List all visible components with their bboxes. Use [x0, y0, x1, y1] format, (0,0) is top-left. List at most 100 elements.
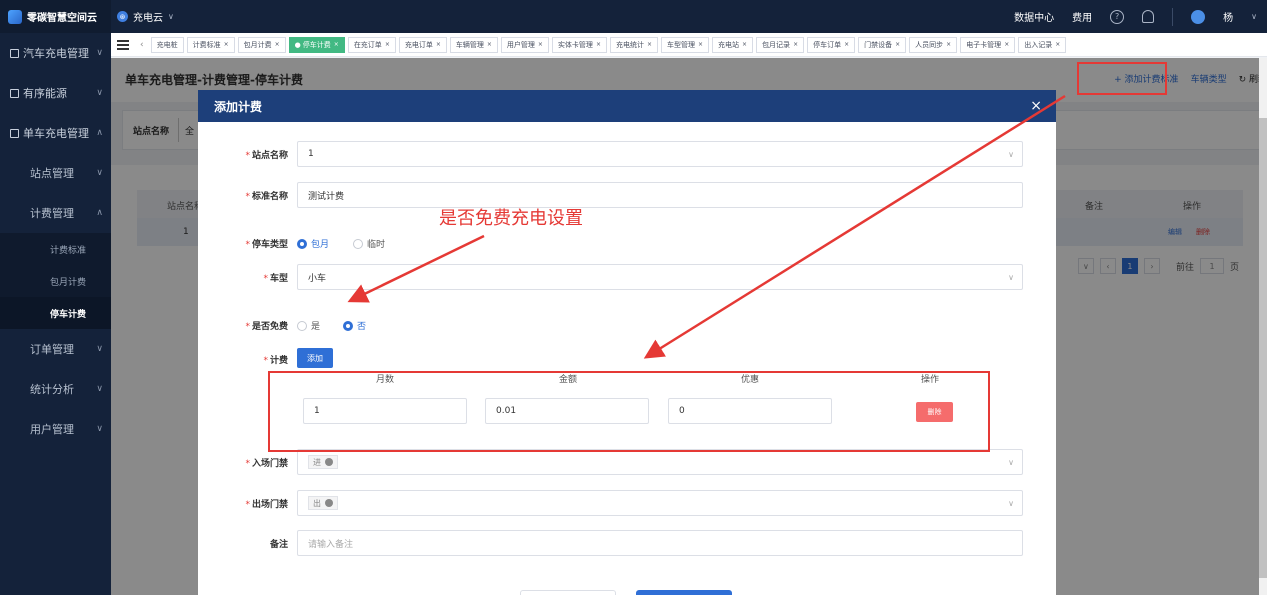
brand[interactable]: 零碳智慧空间云: [0, 0, 111, 33]
sidebar-item-billing-standard[interactable]: 计费标准: [0, 233, 111, 265]
tab-label: 充电桩: [156, 40, 178, 49]
tab-label: 充电站: [718, 40, 740, 49]
tab-item[interactable]: 计费标准 ×: [186, 36, 235, 53]
tab-item-active[interactable]: ● 停车计费 ×: [288, 36, 345, 53]
tab-item[interactable]: 充电订单 ×: [398, 36, 447, 53]
scrollbar[interactable]: [1259, 58, 1267, 595]
tag-close-icon[interactable]: [325, 458, 333, 466]
sidebar-item-orderly-energy[interactable]: 有序能源 ∨: [0, 73, 111, 113]
close-icon[interactable]: ×: [224, 41, 229, 48]
station-select[interactable]: 1 ∨: [297, 141, 1023, 167]
tab-item[interactable]: 充电桩: [150, 36, 184, 53]
car-type-select[interactable]: 小车 ∨: [297, 264, 1023, 290]
close-icon[interactable]: ×: [793, 41, 798, 48]
tab-bar: ‹ 充电桩 计费标准 × 包月计费 × ● 停车计费 × 在充订单 × 充电订单 × 车辆管…: [111, 33, 1267, 57]
sidebar-item-orders[interactable]: 订单管理 ∨: [0, 329, 111, 369]
remark-input[interactable]: 请输入备注: [297, 530, 1023, 556]
field-label: * 计费: [263, 356, 288, 366]
sidebar-item-stats[interactable]: 统计分析 ∨: [0, 369, 111, 409]
chevron-left-icon[interactable]: ‹: [136, 40, 148, 50]
tab-item[interactable]: 包月记录 ×: [756, 36, 805, 53]
tab-item[interactable]: 停车订单 ×: [807, 36, 856, 53]
tab-label: 充电订单: [404, 40, 433, 49]
close-icon[interactable]: ×: [647, 41, 652, 48]
tab-item[interactable]: 实体卡管理 ×: [551, 36, 607, 53]
sidebar-item-car-charging[interactable]: 汽车充电管理 ∨: [0, 33, 111, 73]
tab-item[interactable]: 出入记录 ×: [1018, 36, 1067, 53]
select-value: 1: [308, 149, 314, 159]
exit-gate-select[interactable]: 出 ∨: [297, 490, 1023, 516]
chevron-up-icon: ∧: [96, 128, 103, 138]
chevron-down-icon: ∨: [96, 168, 103, 178]
tab-item[interactable]: 门禁设备 ×: [858, 36, 907, 53]
close-icon[interactable]: ×: [596, 41, 601, 48]
sidebar-item-bike-charging[interactable]: 单车充电管理 ∧: [0, 113, 111, 153]
confirm-button[interactable]: [636, 590, 732, 595]
close-icon[interactable]: ×: [487, 41, 492, 48]
radio-label: 包月: [311, 240, 330, 250]
tag-close-icon[interactable]: [325, 499, 333, 507]
tab-item[interactable]: 包月计费 ×: [237, 36, 286, 53]
tab-item[interactable]: 电子卡管理 ×: [960, 36, 1016, 53]
field-label: 备注: [269, 540, 288, 550]
tab-item[interactable]: 充电统计 ×: [609, 36, 658, 53]
bell-icon[interactable]: [1142, 10, 1155, 23]
tab-item[interactable]: 车型管理 ×: [661, 36, 710, 53]
sidebar-item-label: 有序能源: [23, 87, 67, 100]
active-dot-icon: ●: [294, 40, 301, 49]
close-icon[interactable]: ×: [538, 41, 543, 48]
app-icon: ⊛: [117, 11, 128, 22]
sidebar-item-monthly-billing[interactable]: 包月计费: [0, 265, 111, 297]
app-switcher[interactable]: ⊛ 充电云 ∨: [111, 9, 174, 24]
standard-name-input[interactable]: 测试计费: [297, 182, 1023, 208]
scrollbar-thumb[interactable]: [1259, 118, 1267, 578]
add-fee-row-button[interactable]: 添加: [297, 348, 333, 368]
sidebar-item-station[interactable]: 站点管理 ∨: [0, 153, 111, 193]
chevron-down-icon[interactable]: ∨: [1251, 12, 1257, 21]
close-icon[interactable]: ×: [334, 41, 339, 48]
close-icon[interactable]: ×: [275, 41, 280, 48]
tab-item[interactable]: 车辆管理 ×: [449, 36, 498, 53]
sidebar-item-parking-billing[interactable]: 停车计费: [0, 297, 111, 329]
radio-free-no[interactable]: 否: [343, 319, 366, 332]
close-icon[interactable]: ×: [698, 41, 703, 48]
tab-label: 停车计费: [302, 40, 331, 49]
help-icon[interactable]: ?: [1110, 9, 1125, 24]
form-row-exit-gate: * 出场门禁 出 ∨: [198, 490, 1056, 516]
tab-label: 包月记录: [762, 40, 791, 49]
radio-free-yes[interactable]: 是: [297, 319, 320, 332]
avatar[interactable]: [1191, 9, 1206, 24]
sidebar-item-billing[interactable]: 计费管理 ∧: [0, 193, 111, 233]
close-icon[interactable]: ×: [844, 41, 849, 48]
close-icon[interactable]: ×: [1055, 41, 1060, 48]
chevron-down-icon: ∨: [96, 48, 103, 58]
selected-tag: 进: [308, 455, 338, 469]
radio-temporary[interactable]: 临时: [353, 237, 385, 250]
tab-item[interactable]: 用户管理 ×: [500, 36, 549, 53]
nav-link-data-center[interactable]: 数据中心: [1014, 9, 1054, 24]
chevron-down-icon: ∨: [1008, 273, 1014, 282]
close-icon[interactable]: ×: [895, 41, 900, 48]
tab-label: 在充订单: [353, 40, 382, 49]
tab-label: 停车订单: [813, 40, 842, 49]
nav-link-fees[interactable]: 费用: [1072, 9, 1092, 24]
close-icon[interactable]: ×: [385, 41, 390, 48]
selected-tag: 出: [308, 496, 338, 510]
close-icon[interactable]: ×: [1030, 98, 1042, 114]
user-name[interactable]: 杨: [1223, 9, 1233, 24]
radio-monthly[interactable]: 包月: [297, 237, 329, 250]
sidebar-item-users[interactable]: 用户管理 ∨: [0, 409, 111, 449]
close-icon[interactable]: ×: [946, 41, 951, 48]
entry-gate-select[interactable]: 进 ∨: [297, 449, 1023, 475]
tab-item[interactable]: 人员同步 ×: [909, 36, 958, 53]
close-icon[interactable]: ×: [742, 41, 747, 48]
close-icon[interactable]: ×: [1004, 41, 1009, 48]
tab-item[interactable]: 在充订单 ×: [347, 36, 396, 53]
close-icon[interactable]: ×: [436, 41, 441, 48]
field-label: * 站点名称: [245, 151, 288, 161]
panel-icon: [10, 88, 19, 98]
cancel-button[interactable]: [520, 590, 616, 595]
tab-item[interactable]: 充电站 ×: [712, 36, 754, 53]
chevron-down-icon: ∨: [96, 344, 103, 354]
hamburger-icon[interactable]: [117, 39, 129, 50]
